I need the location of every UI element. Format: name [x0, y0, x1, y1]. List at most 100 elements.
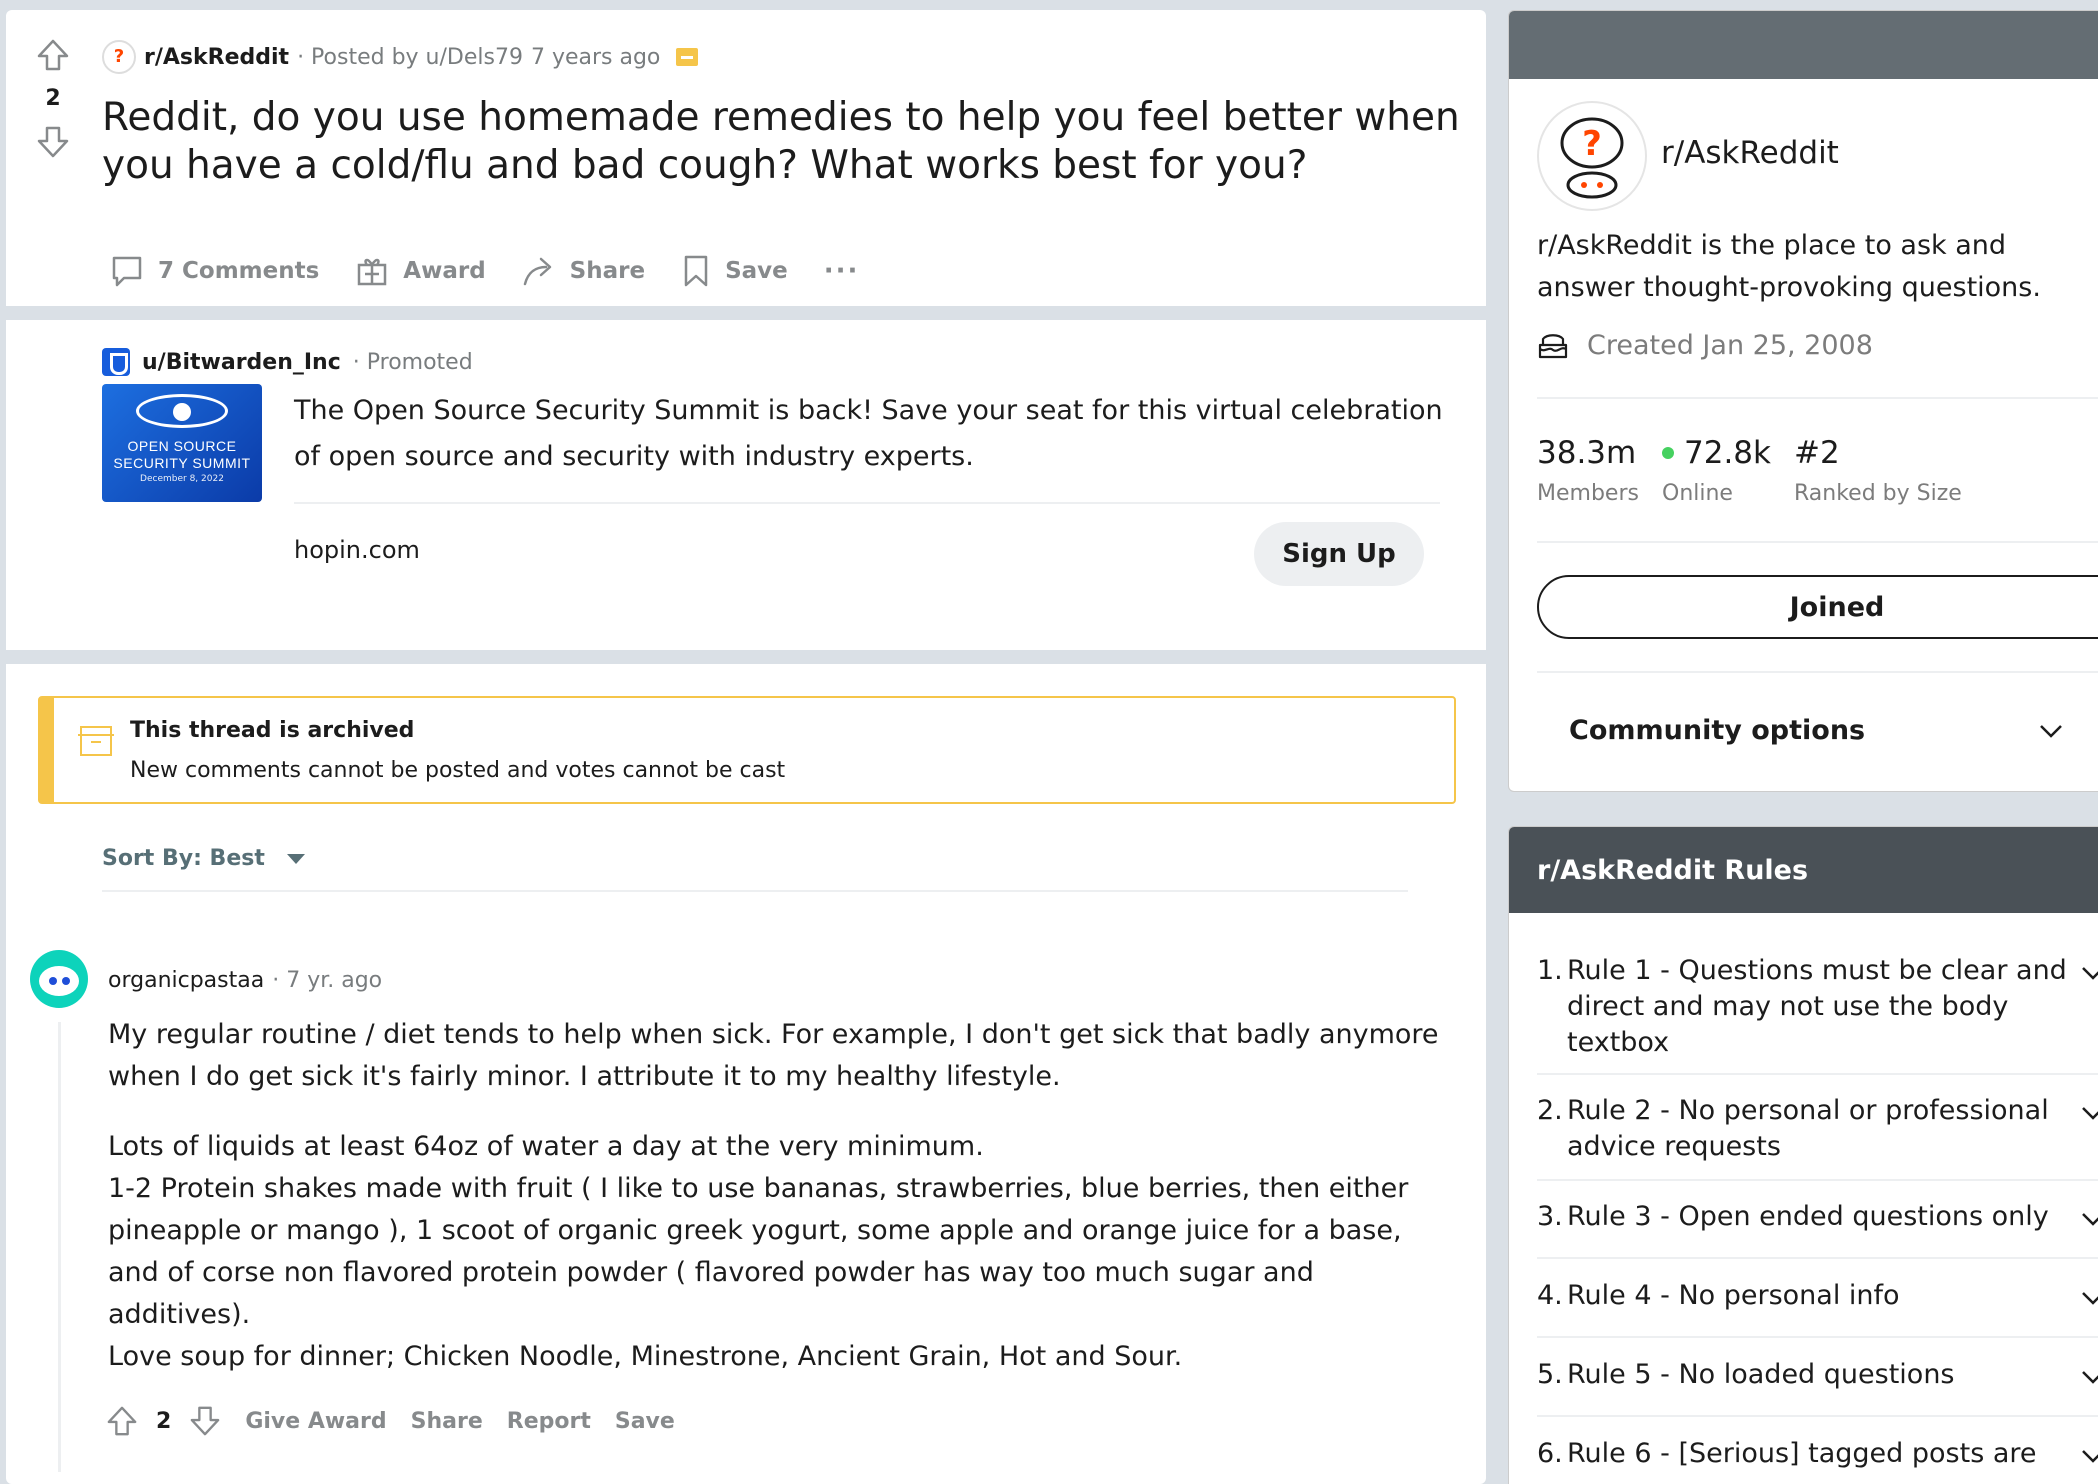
caret-down-icon — [286, 853, 305, 864]
chevron-down-icon[interactable] — [2079, 963, 2098, 983]
rule-divider — [1537, 1336, 2098, 1338]
rule-divider — [1537, 1073, 2098, 1075]
sort-dropdown[interactable]: Sort By: Best — [102, 846, 305, 871]
chevron-down-icon[interactable] — [2037, 721, 2065, 741]
rule-text: Rule 4 - No personal info — [1567, 1280, 1900, 1311]
post-score: 2 — [45, 86, 61, 111]
archived-subtitle: New comments cannot be posted and votes … — [130, 758, 786, 783]
subreddit-logo[interactable]: ? — [1537, 101, 1647, 211]
posted-by[interactable]: · Posted by u/Dels79 — [297, 45, 523, 70]
comments-button[interactable]: 7 Comments — [110, 254, 319, 288]
rule-item[interactable]: 5. Rule 5 - No loaded questions — [1537, 1357, 2098, 1393]
rule-item[interactable]: 4. Rule 4 - No personal info — [1537, 1278, 2098, 1314]
section-divider — [6, 306, 1486, 320]
archive-box-icon — [78, 726, 114, 756]
post-actions: 7 Comments Award Share Save ··· — [110, 254, 859, 288]
comment-line: 1-2 Protein shakes made with fruit ( I l… — [108, 1173, 1409, 1330]
ad-text[interactable]: The Open Source Security Summit is back!… — [294, 388, 1444, 480]
comment-actions: 2 Give Award Share Report Save — [106, 1404, 675, 1438]
bitwarden-icon[interactable] — [102, 348, 130, 376]
comments-label: 7 Comments — [158, 258, 320, 284]
subreddit-link[interactable]: r/AskReddit — [144, 45, 289, 70]
rule-divider — [1537, 1257, 2098, 1259]
community-name[interactable]: r/AskReddit — [1661, 135, 1839, 171]
joined-button[interactable]: Joined — [1537, 575, 2098, 639]
award-button[interactable]: Award — [355, 254, 486, 288]
downvote-icon[interactable] — [36, 125, 70, 159]
comment-save-button[interactable]: Save — [615, 1409, 675, 1434]
comment-line: Lots of liquids at least 64oz of water a… — [108, 1131, 984, 1162]
give-award-button[interactable]: Give Award — [245, 1409, 386, 1434]
online-dot-icon — [1662, 447, 1674, 459]
rank-label: Ranked by Size — [1794, 481, 1962, 506]
comment-time[interactable]: · 7 yr. ago — [272, 968, 382, 993]
more-options-button[interactable]: ··· — [824, 256, 860, 286]
upvote-icon[interactable] — [36, 38, 70, 72]
community-card: ? r/AskReddit r/AskReddit is the place t… — [1508, 10, 2098, 792]
online-count: 72.8k — [1684, 435, 1771, 471]
chevron-down-icon[interactable] — [2079, 1446, 2098, 1466]
ad-domain[interactable]: hopin.com — [294, 536, 420, 564]
promoted-meta: u/Bitwarden_Inc · Promoted — [102, 348, 473, 376]
rule-text: Rule 6 - [Serious] tagged posts are — [1567, 1438, 2037, 1469]
archived-notice: This thread is archived New comments can… — [38, 696, 1456, 804]
archived-icon — [676, 48, 699, 66]
section-divider — [6, 650, 1486, 664]
save-button[interactable]: Save — [681, 254, 788, 288]
comment-score: 2 — [156, 1408, 172, 1434]
rank-stat: #2 Ranked by Size — [1794, 435, 1962, 506]
sort-label: Sort By: Best — [102, 846, 265, 871]
save-label: Save — [725, 258, 788, 284]
archived-title: This thread is archived — [130, 718, 415, 743]
award-label: Award — [403, 258, 486, 284]
svg-text:?: ? — [114, 46, 124, 67]
community-banner — [1509, 11, 2098, 79]
share-icon — [523, 257, 551, 286]
sort-divider — [102, 890, 1408, 892]
post-meta: ? r/AskReddit · Posted by u/Dels79 7 yea… — [102, 40, 699, 74]
rule-number: 3. — [1537, 1201, 1563, 1232]
thread-line[interactable] — [58, 1022, 61, 1472]
share-label: Share — [569, 258, 646, 284]
rule-item[interactable]: 1. Rule 1 - Questions must be clear and … — [1537, 953, 2098, 1061]
bookmark-icon — [684, 255, 708, 287]
report-button[interactable]: Report — [507, 1409, 591, 1434]
post-title: Reddit, do you use homemade remedies to … — [102, 95, 1460, 188]
avatar[interactable] — [30, 950, 88, 1008]
rule-text: Rule 1 - Questions must be clear and dir… — [1567, 955, 2067, 1058]
comment-body: My regular routine / diet tends to help … — [108, 1014, 1448, 1378]
chevron-down-icon[interactable] — [2079, 1209, 2098, 1229]
sidebar-divider — [1537, 541, 2098, 543]
downvote-icon[interactable] — [189, 1404, 221, 1438]
community-options-label[interactable]: Community options — [1569, 715, 1865, 746]
promoted-user[interactable]: u/Bitwarden_Inc — [142, 350, 341, 375]
subreddit-icon[interactable]: ? — [102, 40, 136, 74]
gift-icon — [358, 258, 387, 286]
promoted-label: · Promoted — [352, 349, 473, 375]
rule-number: 4. — [1537, 1280, 1563, 1311]
cake-icon — [1538, 334, 1568, 359]
rule-item[interactable]: 3. Rule 3 - Open ended questions only — [1537, 1199, 2098, 1235]
chevron-down-icon[interactable] — [2079, 1103, 2098, 1123]
chevron-down-icon[interactable] — [2079, 1288, 2098, 1308]
chevron-down-icon[interactable] — [2079, 1367, 2098, 1387]
upvote-icon[interactable] — [106, 1404, 138, 1438]
rule-text: Rule 5 - No loaded questions — [1567, 1359, 1955, 1390]
members-stat: 38.3m Members — [1537, 435, 1639, 506]
ad-thumbnail[interactable]: OPEN SOURCE SECURITY SUMMIT December 8, 2… — [102, 384, 262, 502]
post-card: 2 ? r/AskReddit · Posted by u/Dels79 7 y… — [6, 10, 1486, 1484]
comment-line: Love soup for dinner; Chicken Noodle, Mi… — [108, 1341, 1183, 1372]
comment-meta: organicpastaa · 7 yr. ago — [108, 968, 382, 993]
sign-up-button[interactable]: Sign Up — [1254, 522, 1424, 586]
comment-author[interactable]: organicpastaa — [108, 968, 264, 993]
rule-item[interactable]: 2. Rule 2 - No personal or professional … — [1537, 1093, 2098, 1165]
rule-text: Rule 2 - No personal or professional adv… — [1567, 1095, 2049, 1162]
ad-image-date: December 8, 2022 — [140, 474, 224, 484]
rule-item[interactable]: 6. Rule 6 - [Serious] tagged posts are — [1537, 1436, 2098, 1472]
eye-logo-icon — [136, 394, 228, 428]
post-time: 7 years ago — [530, 44, 661, 70]
rules-title: r/AskReddit Rules — [1509, 827, 2098, 913]
comment-share-button[interactable]: Share — [411, 1409, 483, 1434]
sidebar-divider — [1537, 671, 2098, 673]
share-button[interactable]: Share — [522, 254, 645, 288]
